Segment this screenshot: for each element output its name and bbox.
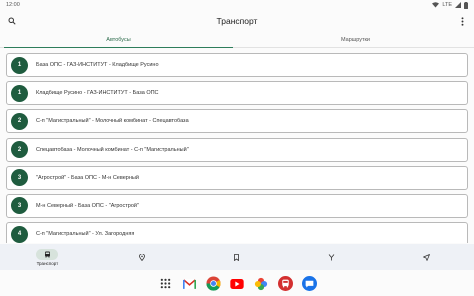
route-item[interactable]: 3 М-н Северный - База ОПС - "Агрострой" <box>6 193 468 218</box>
app-bar: Транспорт <box>0 10 474 32</box>
route-item[interactable]: 2 С-п "Магистральный" - Молочный комбина… <box>6 109 468 134</box>
location-pin-icon <box>139 253 146 261</box>
page-title: Транспорт <box>216 16 258 26</box>
route-item[interactable]: 1 Кладбище Русино - ГАЗ-ИНСТИТУТ - База … <box>6 81 468 106</box>
route-list[interactable]: 1 База ОПС - ГАЗ-ИНСТИТУТ - Кладбище Рус… <box>6 53 468 243</box>
route-item[interactable]: 4 С-п "Магистральный" - Ул. Загородняя <box>6 222 468 243</box>
search-icon <box>8 17 16 25</box>
route-name: С-п "Магистральный" - Молочный комбинат … <box>36 118 189 125</box>
route-number-badge: 3 <box>11 197 28 215</box>
route-name: База ОПС - ГАЗ-ИНСТИТУТ - Кладбище Русин… <box>36 62 159 68</box>
route-number-badge: 2 <box>11 112 28 130</box>
status-time: 12:00 <box>6 2 20 8</box>
youtube-icon[interactable] <box>230 276 245 291</box>
nav-favorites[interactable] <box>190 244 285 270</box>
chrome-icon[interactable] <box>205 276 221 291</box>
more-options-button[interactable] <box>450 10 474 32</box>
bottom-navigation: Транспорт <box>0 244 474 270</box>
route-number-badge: 1 <box>11 56 28 74</box>
nav-navigation[interactable] <box>379 244 474 270</box>
navigation-arrow-icon <box>423 253 430 261</box>
tab-buses[interactable]: Автобусы <box>0 33 237 48</box>
route-name: "Агрострой" - База ОПС - М-н Северный <box>36 174 139 181</box>
nav-stops[interactable] <box>95 244 190 270</box>
route-item[interactable]: 3 "Агрострой" - База ОПС - М-н Северный <box>6 165 468 190</box>
route-number-badge: 3 <box>11 169 28 187</box>
search-button[interactable] <box>0 10 24 32</box>
system-taskbar <box>0 271 474 296</box>
route-number-badge: 1 <box>11 84 28 102</box>
nav-transport[interactable]: Транспорт <box>0 244 95 270</box>
signal-icon <box>455 2 461 8</box>
tab-minibuses[interactable]: Маршрутки <box>237 33 474 47</box>
route-item[interactable]: 2 Спецавтобаза - Молочный комбинат - С-п… <box>6 137 468 162</box>
route-name: М-н Северный - База ОПС - "Агрострой" <box>36 202 139 209</box>
bus-icon <box>44 251 50 257</box>
route-item[interactable]: 1 База ОПС - ГАЗ-ИНСТИТУТ - Кладбище Рус… <box>6 53 468 77</box>
route-number-badge: 4 <box>11 225 28 243</box>
route-name: Спецавтобаза - Молочный комбинат - С-п "… <box>36 146 189 153</box>
route-name: Кладбище Русино - ГАЗ-ИНСТИТУТ - База ОП… <box>36 90 159 97</box>
route-icon <box>328 253 335 260</box>
app-drawer-icon[interactable] <box>158 276 173 291</box>
route-name: С-п "Магистральный" - Ул. Загородняя <box>36 231 135 238</box>
tab-bar: Автобусы Маршрутки <box>0 33 474 48</box>
battery-icon <box>464 1 468 9</box>
bookmark-icon <box>234 253 240 261</box>
more-vert-icon <box>461 16 463 26</box>
network-label: LTE <box>442 2 452 8</box>
nav-routes[interactable] <box>284 244 379 270</box>
wifi-icon <box>432 2 440 8</box>
photos-icon[interactable] <box>254 276 269 291</box>
gmail-icon[interactable] <box>182 276 197 291</box>
transport-app-icon[interactable] <box>277 276 293 291</box>
status-bar: 12:00 LTE <box>0 0 474 10</box>
nav-transport-label: Транспорт <box>36 260 59 266</box>
route-number-badge: 2 <box>11 141 28 159</box>
messages-icon[interactable] <box>301 276 317 291</box>
